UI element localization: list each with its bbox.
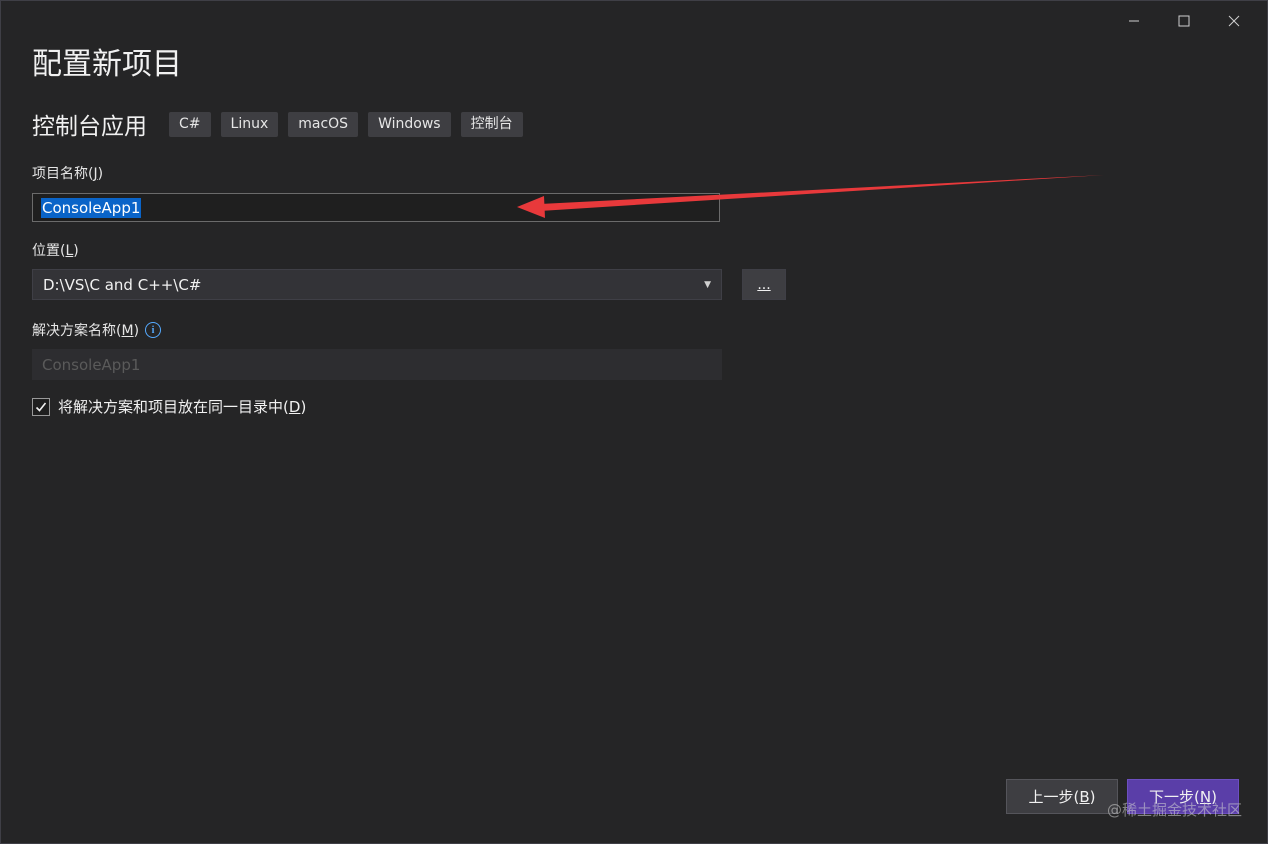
chevron-down-icon[interactable]: ▼ [704, 280, 711, 290]
dialog-window: 配置新项目 控制台应用 C# Linux macOS Windows 控制台 项… [0, 0, 1268, 844]
solution-name-input: ConsoleApp1 [32, 349, 722, 380]
same-directory-checkbox[interactable] [32, 397, 50, 416]
template-header: 控制台应用 C# Linux macOS Windows 控制台 [32, 107, 523, 141]
tag-linux: Linux [220, 111, 279, 137]
same-directory-option[interactable]: 将解决方案和项目放在同一目录中(D) [32, 396, 306, 417]
next-button[interactable]: 下一步(N) [1127, 779, 1239, 814]
maximize-button[interactable] [1161, 7, 1207, 35]
browse-label: ... [757, 277, 771, 293]
close-icon [1228, 15, 1240, 27]
window-controls [1111, 7, 1257, 35]
browse-button[interactable]: ... [742, 269, 786, 300]
location-label: 位置(L) [32, 243, 79, 259]
back-button[interactable]: 上一步(B) [1006, 779, 1118, 814]
tag-console: 控制台 [460, 111, 523, 137]
page-title: 配置新项目 [32, 47, 182, 82]
tag-macos: macOS [288, 111, 359, 137]
solution-name-placeholder: ConsoleApp1 [42, 355, 141, 374]
project-name-value: ConsoleApp1 [41, 197, 142, 218]
location-combobox[interactable]: D:\VS\C and C++\C# ▼ [32, 269, 722, 300]
minimize-button[interactable] [1111, 7, 1157, 35]
project-name-input[interactable]: ConsoleApp1 [32, 193, 720, 222]
minimize-icon [1129, 20, 1139, 22]
tag-windows: Windows [368, 111, 451, 137]
template-name: 控制台应用 [32, 114, 147, 140]
tag-csharp: C# [169, 111, 211, 137]
checkmark-icon [35, 402, 47, 412]
close-button[interactable] [1211, 7, 1257, 35]
project-name-label: 项目名称(J) [32, 166, 104, 182]
location-value: D:\VS\C and C++\C# [43, 275, 202, 294]
info-icon[interactable]: i [145, 322, 162, 338]
solution-name-label: 解决方案名称(M) i [32, 320, 162, 340]
same-directory-label: 将解决方案和项目放在同一目录中(D) [58, 398, 307, 416]
maximize-icon [1178, 15, 1190, 27]
